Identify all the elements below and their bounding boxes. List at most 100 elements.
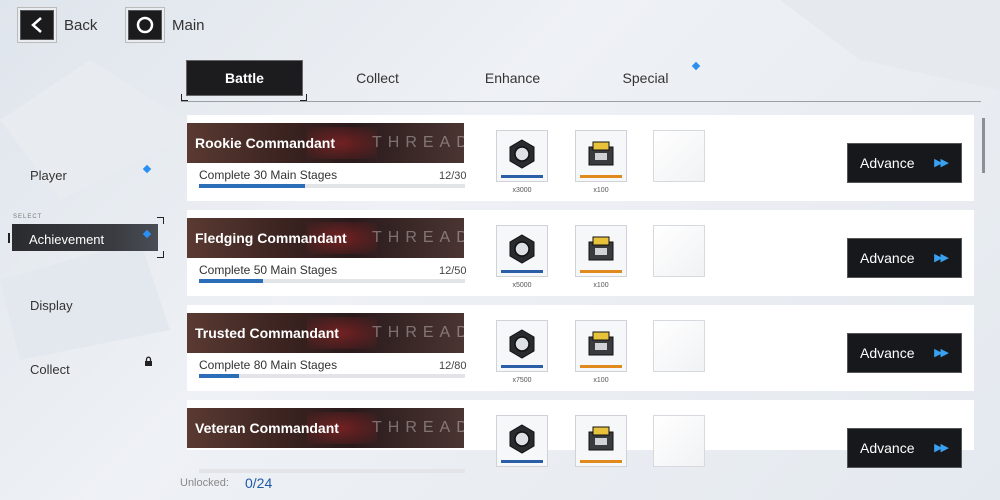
hex-nut-icon [505,232,539,271]
achievement-title: Trusted Commandant [195,325,339,341]
achievement-progress-count: 12/30 [439,170,467,182]
main-label: Main [172,16,205,34]
achievement-banner: Trusted Commandant THREAD [187,313,464,353]
reward-slot-chest[interactable] [575,415,627,467]
reward-slot-empty [653,415,705,467]
lock-icon [145,356,152,366]
banner-watermark: THREAD [372,419,464,436]
unlocked-label: Unlocked: [180,477,229,489]
reward-slot-chest[interactable] [575,225,627,277]
advance-label: Advance [860,155,915,171]
tab-divider [181,101,981,102]
supply-chest-icon [584,327,618,366]
reward-slot-empty [653,225,705,277]
selection-corner [157,251,164,258]
reward-slot-empty [653,130,705,182]
sidebar-item-label: Player [30,168,67,183]
chevron-left-icon [20,10,54,40]
achievement-progress-count: 12/80 [439,360,467,372]
unlocked-value: 0/24 [245,475,273,491]
tab-special[interactable]: Special [588,60,703,96]
banner-watermark: THREAD [372,324,464,341]
sidebar-item-collect[interactable]: Collect [30,362,70,377]
advance-label: Advance [860,250,915,266]
banner-watermark: THREAD [372,229,464,246]
select-tag: SELECT [13,214,43,220]
advance-button[interactable]: Advance ▶▶ [847,238,962,278]
achievement-banner: Fledging Commandant THREAD [187,218,464,258]
tab-label: Enhance [484,70,541,86]
reward-quantity: x7500 [512,377,532,384]
tab-battle[interactable]: Battle [186,60,303,96]
reward-slot-chest[interactable] [575,130,627,182]
notification-dot-icon [142,164,152,174]
achievement-title: Rookie Commandant [195,135,336,151]
progress-bar [199,279,465,283]
achievement-title: Veteran Commandant [195,420,339,436]
reward-quantity: x100 [593,377,609,384]
reward-slot-nut[interactable] [496,130,548,182]
achievement-row: Trusted Commandant THREAD Complete 80 Ma… [187,305,974,391]
sidebar-item-label: Achievement [29,232,105,247]
sidebar-item-display[interactable]: Display [30,298,73,313]
progress-fill [199,374,239,378]
hex-nut-icon [505,327,539,366]
achievement-row: Fledging Commandant THREAD Complete 50 M… [187,210,974,296]
sidebar-item-label: Display [30,298,73,313]
main-button[interactable]: Main [128,10,205,40]
tab-label: Collect [356,70,399,86]
advance-button[interactable]: Advance ▶▶ [847,428,962,468]
reward-quantity: x3000 [512,187,532,194]
reward-slot-chest[interactable] [575,320,627,372]
double-arrow-icon: ▶▶ [934,252,949,264]
home-circle-icon [128,10,162,40]
advance-label: Advance [860,440,915,456]
sidebar-item-achievement[interactable]: Achievement [12,224,158,251]
double-arrow-icon: ▶▶ [934,347,949,359]
tab-collect[interactable]: Collect [320,60,435,96]
selection-corner [8,233,12,243]
reward-slot-empty [653,320,705,372]
scrollbar[interactable] [982,118,985,173]
sidebar-item-player[interactable]: Player [30,168,67,183]
advance-button[interactable]: Advance ▶▶ [847,333,962,373]
selection-corner [157,217,164,224]
double-arrow-icon: ▶▶ [934,157,949,169]
achievement-task: Complete 50 Main Stages [199,263,338,277]
tab-corner [181,94,188,101]
back-button[interactable]: Back [20,10,97,40]
tab-label: Special [622,70,669,86]
advance-label: Advance [860,345,915,361]
hex-nut-icon [505,422,539,461]
progress-bar [199,184,465,188]
sidebar-item-label: Collect [30,362,70,377]
supply-chest-icon [584,232,618,271]
double-arrow-icon: ▶▶ [934,442,949,454]
reward-slot-nut[interactable] [496,415,548,467]
achievement-row: Rookie Commandant THREAD Complete 30 Mai… [187,115,974,201]
reward-slot-nut[interactable] [496,225,548,277]
progress-fill [199,184,306,188]
banner-watermark: THREAD [372,134,464,151]
reward-slot-nut[interactable] [496,320,548,372]
achievement-banner: Veteran Commandant THREAD [187,408,464,448]
hex-nut-icon [505,137,539,176]
achievement-banner: Rookie Commandant THREAD [187,123,464,163]
achievement-task: Complete 30 Main Stages [199,168,338,182]
back-label: Back [64,16,98,34]
tab-enhance[interactable]: Enhance [455,60,570,96]
achievement-task: Complete 80 Main Stages [199,358,338,372]
progress-bar [199,374,465,378]
supply-chest-icon [584,137,618,176]
tab-label: Battle [225,70,264,86]
progress-bar [199,469,465,473]
achievement-row: Veteran Commandant THREAD Advance ▶▶ [187,400,974,473]
tab-corner [300,94,307,101]
supply-chest-icon [584,422,618,461]
advance-button[interactable]: Advance ▶▶ [847,143,962,183]
reward-quantity: x100 [593,282,609,289]
progress-fill [199,279,263,283]
reward-quantity: x5000 [512,282,532,289]
achievement-progress-count: 12/50 [439,265,467,277]
reward-quantity: x100 [593,187,609,194]
